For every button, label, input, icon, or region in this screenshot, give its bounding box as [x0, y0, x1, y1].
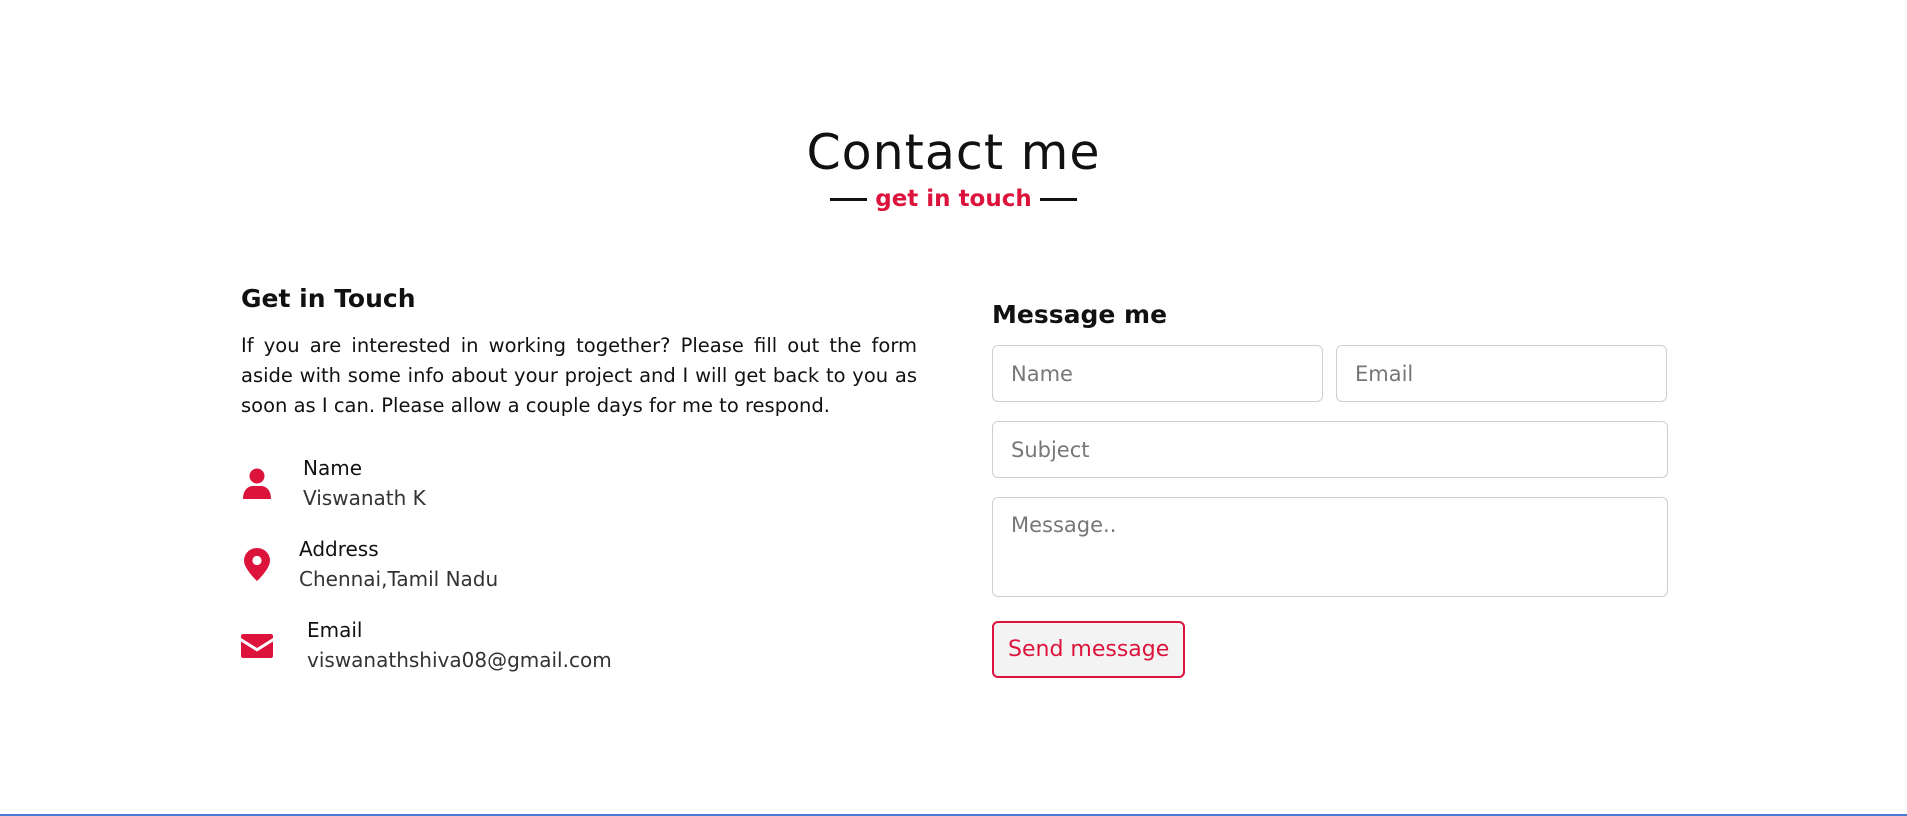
info-label-name: Name [303, 456, 363, 480]
email-input[interactable] [1336, 345, 1667, 402]
envelope-icon [241, 628, 273, 664]
contact-section: Contact me get in touch Get in Touch If … [0, 0, 1907, 816]
map-pin-icon [241, 547, 273, 583]
section-header: Contact me get in touch [0, 120, 1907, 214]
page-title: Contact me [806, 124, 1101, 181]
subject-input[interactable] [992, 421, 1668, 478]
info-value-name: Viswanath K [303, 486, 426, 510]
user-icon [241, 466, 273, 502]
info-item-email: Email viswanathshiva08@gmail.com [241, 605, 917, 686]
message-textarea[interactable] [992, 497, 1668, 597]
contact-info-list: Name Viswanath K Address Chennai,Tamil N… [241, 443, 917, 686]
send-message-button[interactable]: Send message [992, 621, 1186, 678]
page-subtitle: get in touch [875, 186, 1032, 212]
name-input[interactable] [992, 345, 1323, 402]
contact-info-column: Get in Touch If you are interested in wo… [241, 282, 917, 686]
info-item-name: Name Viswanath K [241, 443, 917, 524]
right-dash [1039, 197, 1077, 201]
subtitle-row: get in touch [0, 184, 1907, 214]
left-dash [830, 197, 868, 201]
info-item-address: Address Chennai,Tamil Nadu [241, 524, 917, 605]
contact-info-description: If you are interested in working togethe… [241, 334, 917, 417]
info-label-email: Email [307, 618, 363, 642]
name-email-row [992, 345, 1668, 402]
info-value-email: viswanathshiva08@gmail.com [307, 648, 612, 672]
message-form: Message me Send message [992, 298, 1668, 678]
info-label-address: Address [299, 537, 379, 561]
form-heading: Message me [992, 300, 1168, 329]
contact-info-heading: Get in Touch [241, 284, 416, 313]
info-value-address: Chennai,Tamil Nadu [299, 567, 499, 591]
